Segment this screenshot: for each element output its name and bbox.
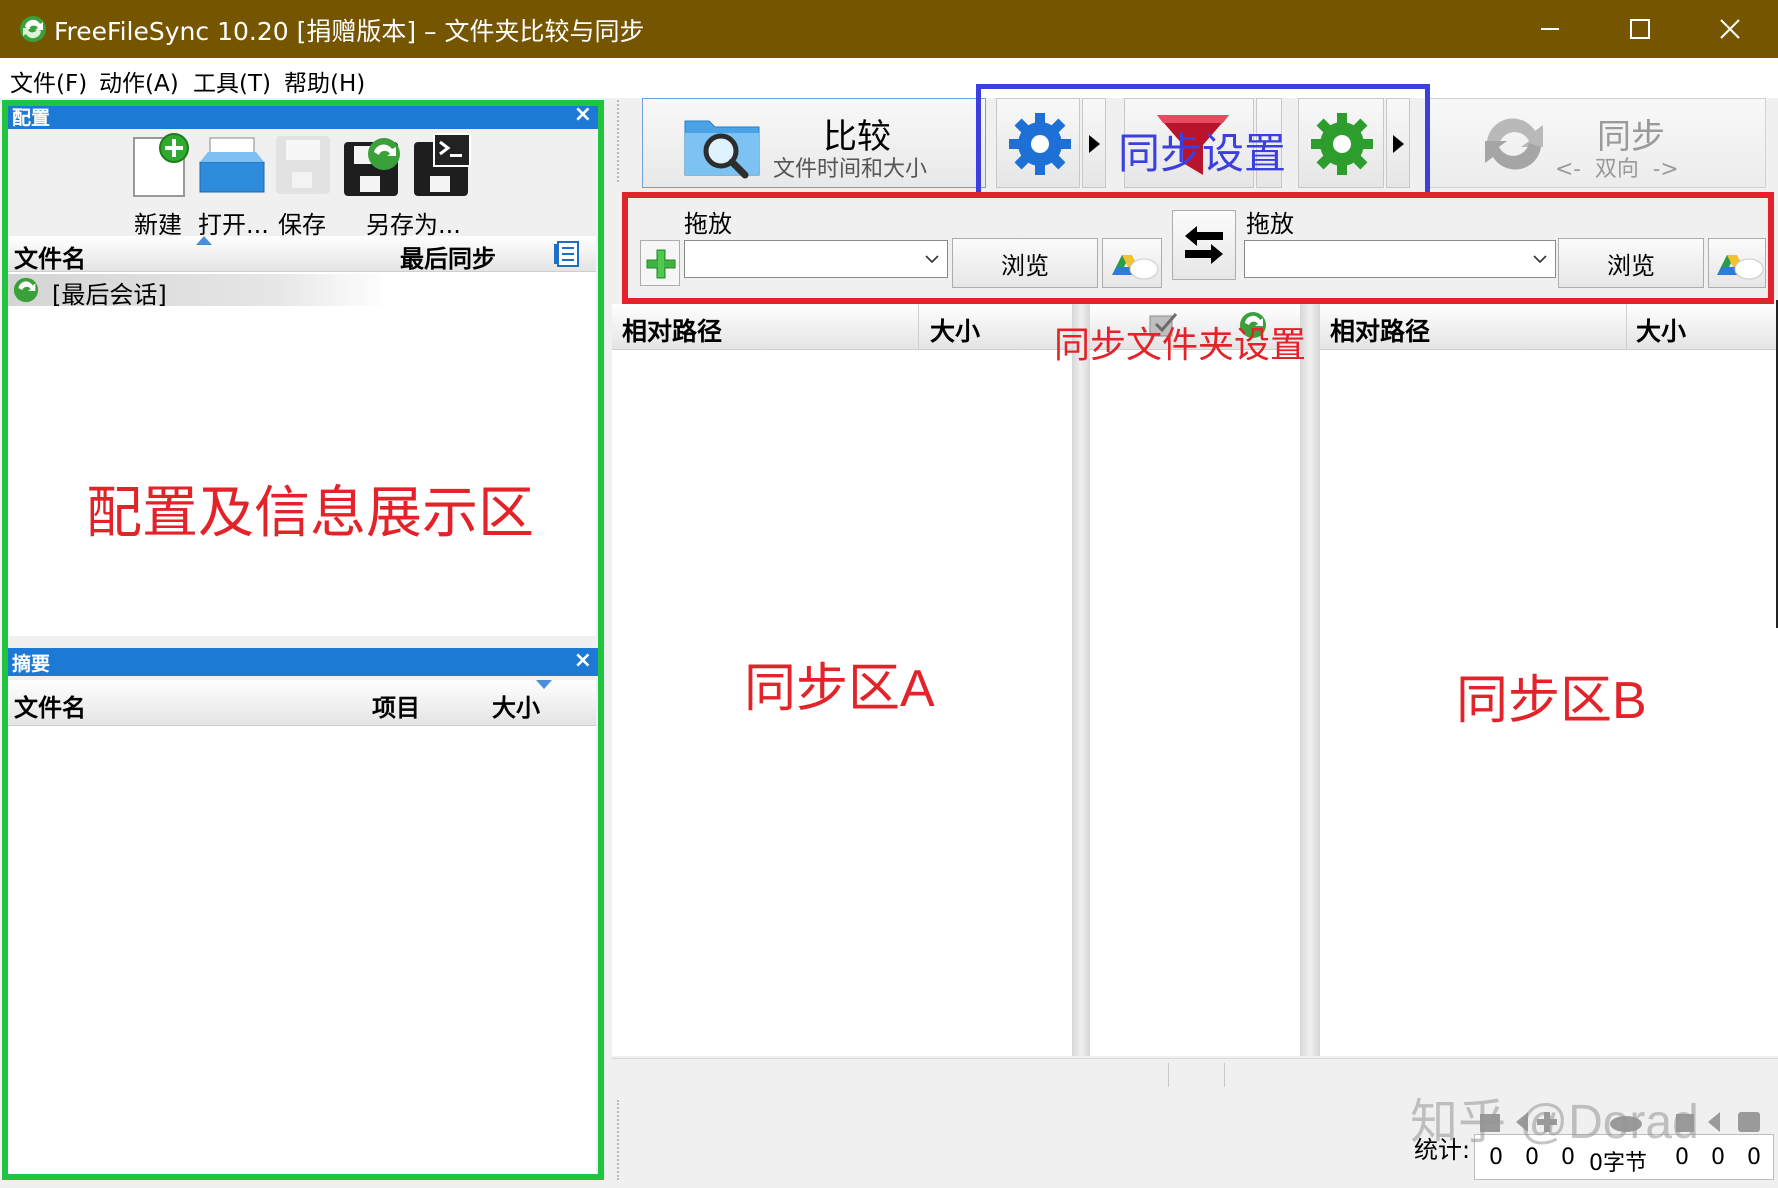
status-divider	[1224, 1063, 1225, 1087]
maximize-button[interactable]	[1595, 0, 1685, 58]
sync-area-b-annotation: 同步区B	[1456, 672, 1647, 730]
sync-area-a-annotation: 同步区A	[744, 660, 935, 718]
toolbar-grip[interactable]	[617, 100, 621, 182]
close-button[interactable]	[1685, 0, 1775, 58]
right-col-size[interactable]: 大小	[1636, 312, 1686, 348]
app-sync-icon	[20, 16, 46, 42]
close-icon	[1720, 19, 1740, 39]
menu-bar: 文件(F) 动作(A) 工具(T) 帮助(H)	[0, 58, 1778, 98]
menu-file[interactable]: 文件(F)	[10, 64, 87, 98]
right-grid-splitter[interactable]	[1300, 304, 1320, 1056]
sync-settings-annotation: 同步设置	[1118, 130, 1287, 177]
right-grid-header: 相对路径 大小	[1320, 304, 1778, 350]
left-col-path[interactable]: 相对路径	[622, 312, 722, 348]
title-bar: FreeFileSync 10.20 [捐赠版本] – 文件夹比较与同步	[0, 0, 1778, 58]
stat-create-right: 0	[1747, 1145, 1761, 1170]
config-area-annotation-box	[2, 100, 604, 1180]
middle-action-grid[interactable]	[1090, 304, 1300, 1056]
minimize-button[interactable]	[1505, 0, 1595, 58]
column-divider[interactable]	[918, 304, 919, 350]
minimize-icon	[1541, 28, 1559, 30]
left-grid-splitter[interactable]	[1072, 304, 1090, 1056]
stat-update-right: 0	[1711, 1145, 1725, 1170]
status-divider	[1168, 1063, 1169, 1087]
sync-folder-settings-annotation: 同步文件夹设置	[1054, 324, 1307, 365]
compare-button[interactable]: 比较 文件时间和大小	[642, 98, 986, 188]
sync-subtitle: <- 双向 ->	[1555, 157, 1679, 182]
menu-help[interactable]: 帮助(H)	[284, 64, 365, 98]
menu-action[interactable]: 动作(A)	[99, 64, 179, 98]
column-divider[interactable]	[1626, 304, 1627, 350]
folder-settings-annotation-box	[622, 192, 1774, 304]
compare-folder-magnifier-icon	[684, 120, 760, 179]
config-area-annotation: 配置及信息展示区	[86, 481, 534, 544]
maximize-icon	[1630, 19, 1650, 39]
left-grid-header: 相对路径 大小	[612, 304, 1072, 350]
left-col-size[interactable]: 大小	[930, 312, 980, 348]
statusbar-grip[interactable]	[617, 1100, 621, 1180]
window-title: FreeFileSync 10.20 [捐赠版本] – 文件夹比较与同步	[54, 17, 645, 46]
zhihu-watermark: 知乎 @Dorad	[1410, 1096, 1699, 1149]
sync-arrows-icon	[1485, 118, 1543, 170]
menu-tools[interactable]: 工具(T)	[193, 64, 271, 98]
right-col-path[interactable]: 相对路径	[1330, 312, 1430, 348]
synchronize-button[interactable]: 同步 <- 双向 ->	[1428, 98, 1766, 188]
compare-subtitle: 文件时间和大小	[773, 157, 928, 182]
